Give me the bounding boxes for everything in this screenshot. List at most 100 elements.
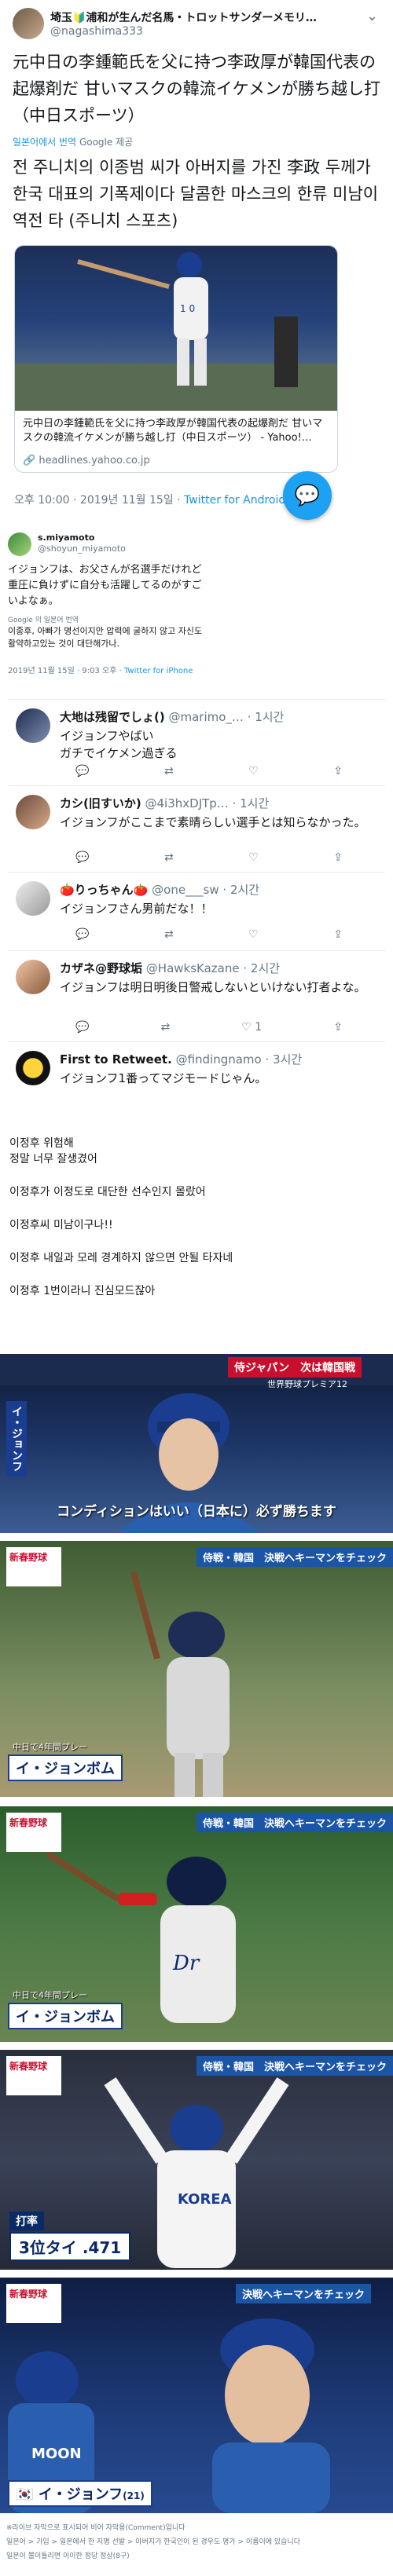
compose-fab[interactable]: 💬 — [283, 471, 332, 520]
tv-capture-2: 新春野球 侍戦・韓国 決戦へキーマンをチェック 中日で4年間プレー イ・ジョンボ… — [0, 1541, 393, 1797]
reply-time: · 2시간 — [222, 883, 260, 897]
svg-text:1 0: 1 0 — [180, 303, 195, 314]
reply-handle: @4i3hxDJTp… — [145, 796, 229, 810]
tweet-time: 2019년 11월 15일 · 9:03 오후 · — [8, 667, 124, 675]
tv-capture-1: 侍ジャパン 次は韓国戦 世界野球プレミア12 イ・ジョンフ コンディションはいい… — [0, 1354, 393, 1533]
retweet-icon[interactable]: ⇄ — [164, 765, 174, 778]
program-logo: 新春野球 — [6, 1813, 61, 1852]
reply-avatar[interactable] — [16, 1051, 50, 1085]
reply-handle: @marimo_… — [168, 710, 244, 724]
translated-label: Google 의 일본어 번역 — [8, 617, 79, 624]
player-age: (21) — [123, 2490, 145, 2501]
program-logo: 新春野球 — [6, 2284, 61, 2323]
retweet-icon[interactable]: ⇄ — [164, 851, 174, 864]
comment-line: 이정후가 이정도로 대단한 선수인지 몰랐어 — [9, 1186, 206, 1198]
tv-capture-5: MOON 新春野球 決戦へキーマンをチェック 🇰🇷 イ・ジョンフ(21) — [0, 2278, 393, 2513]
reply-avatar[interactable] — [16, 708, 50, 743]
player-nameplate: イ・ジョンボム — [8, 2003, 123, 2029]
reply-actions: 💬 ⇄ ♡ 1 ⇪ — [75, 1021, 343, 1034]
like-icon[interactable]: ♡ — [248, 851, 259, 864]
reply-name[interactable]: カシ(旧すいか) — [60, 796, 141, 810]
name-subtitle: 中日で4年間プレー — [13, 1742, 87, 1752]
share-icon[interactable]: ⇪ — [333, 928, 343, 941]
reply-text: イジョンフ1番ってマジモードじゃん。 — [60, 1071, 267, 1085]
like-icon[interactable]: ♡ 1 — [241, 1021, 262, 1034]
author-avatar[interactable] — [13, 8, 44, 39]
batter-illustration: 1 0 — [15, 252, 337, 411]
program-ticker: 侍戦・韓国 決戦へキーマンをチェック — [196, 1813, 393, 1832]
second-tweet: s.miyamoto @shoyun_miyamoto イジョンフは、お父さんが… — [0, 526, 393, 696]
reply-text: イジョンフさん男前だな！！ — [60, 902, 213, 916]
chevron-down-icon[interactable]: ⌄ — [366, 8, 378, 24]
retweet-icon[interactable]: ⇄ — [164, 928, 174, 941]
reply-item[interactable]: カシ(旧すいか) @4i3hxDJTp… · 1시간 イジョンフがここまで素晴ら… — [8, 785, 385, 872]
reply-item[interactable]: 大地は残留でしょ() @marimo_… · 1시간 イジョンフやばい ガチでイ… — [8, 699, 385, 785]
comment-line: 이정후 1번이라니 진심모드잖아 — [9, 1285, 156, 1297]
author-avatar[interactable] — [8, 532, 31, 556]
author-handle[interactable]: @shoyun_miyamoto — [38, 543, 126, 554]
reply-avatar[interactable] — [16, 795, 50, 829]
reply-text: イジョンフは明日明後日警戒しないといけない打者よな。 — [60, 980, 366, 994]
tweet-client[interactable]: Twitter for iPhone — [124, 667, 193, 675]
tweet-time: 오후 10:00 · 2019년 11월 15일 · — [14, 494, 185, 507]
reply-avatar[interactable] — [16, 881, 50, 916]
reply-header: カザネ@野球垢 @HawksKazane · 2시간 — [60, 960, 280, 976]
footer-line: 일본어 > 가입 > 일본에서 한 지명 선발 > 아버지가 한국인이 된 경우… — [6, 2538, 301, 2546]
card-domain: 🔗 headlines.yahoo.co.jp — [23, 455, 150, 467]
reply-actions: 💬 ⇄ ♡ ⇪ — [75, 928, 343, 941]
jersey-text: KOREA — [178, 2191, 232, 2208]
tweet-client[interactable]: Twitter for Android — [184, 494, 285, 507]
tweet-text-kr: 이종후, 아빠가 명선이지만 압력에 굴하지 않고 자신도 활약하고있는 것이 … — [8, 626, 203, 649]
share-icon[interactable]: ⇪ — [333, 851, 343, 864]
footer-notes: ※라이브 자막으로 표시되어 비어 자막용(Comment)입니다 일본어 > … — [6, 2521, 387, 2563]
author-name[interactable]: s.miyamoto — [38, 532, 94, 543]
reply-name[interactable]: カザネ@野球垢 — [60, 961, 142, 975]
retweet-icon[interactable]: ⇄ — [160, 1021, 170, 1034]
reply-icon[interactable]: 💬 — [75, 765, 89, 778]
card-domain-text: headlines.yahoo.co.jp — [39, 455, 150, 467]
like-icon[interactable]: ♡ — [248, 928, 259, 941]
tweet-meta: 2019년 11월 15일 · 9:03 오후 · Twitter for iP… — [8, 666, 204, 677]
reply-actions: 💬 ⇄ ♡ ⇪ — [75, 851, 343, 864]
program-ticker: 侍戦・韓国 決戦へキーマンをチェック — [196, 1547, 393, 1567]
share-icon[interactable]: ⇪ — [333, 1021, 343, 1034]
reply-item[interactable]: 🍅りっちゃん🍅 @one___sw · 2시간 イジョンフさん男前だな！！ 💬 … — [8, 872, 385, 950]
share-icon[interactable]: ⇪ — [333, 765, 343, 778]
tweet-text-jp: 元中日の李鍾範氏を父に持つ李政厚が韓国代表の起爆剤だ 甘いマスクの韓流イケメンが… — [13, 53, 381, 125]
tweet-text-jp: イジョンフは、お父さんが名選手だけれど重圧に負けずに自分も活躍してるのがすごいよ… — [8, 564, 202, 607]
reply-icon[interactable]: 💬 — [75, 928, 89, 941]
reply-time: · 2시간 — [243, 961, 281, 975]
footer-line: 일본이 불이틀리면 이이한 정당 정상(8구) — [6, 2552, 130, 2560]
author-name[interactable]: 埼玉🔰浦和が生んだ名馬・トロットサンダーメモリ… — [50, 9, 365, 25]
card-title: 元中日の李鍾範氏を父に持つ李政厚が韓国代表の起爆剤だ 甘いマスクの韓流イケメンが… — [23, 418, 323, 444]
link-card[interactable]: 1 0 元中日の李鍾範氏を父に持つ李政厚が韓国代表の起爆剤だ 甘いマスクの韓流イ… — [14, 245, 338, 473]
batting-stat: 3位タイ .471 — [9, 2232, 131, 2261]
reply-avatar[interactable] — [16, 960, 50, 994]
like-count: 1 — [255, 1021, 263, 1034]
reply-header: カシ(旧すいか) @4i3hxDJTp… · 1시간 — [60, 795, 269, 811]
reply-name[interactable]: First to Retweet. — [60, 1052, 172, 1067]
reply-icon[interactable]: 💬 — [75, 851, 89, 864]
like-icon[interactable]: ♡ — [248, 765, 259, 778]
program-logo: 新春野球 — [6, 2056, 61, 2095]
event-badge: 世界野球プレミア12 — [267, 1379, 347, 1389]
reply-header: First to Retweet. @findingnamo · 3시간 — [60, 1051, 302, 1067]
translated-from[interactable]: 일본어에서 번역 — [13, 137, 76, 148]
reply-icon[interactable]: 💬 — [75, 1021, 89, 1034]
tv-capture-3: Dr 新春野球 侍戦・韓国 決戦へキーマンをチェック 中日で4年間プレー イ・ジ… — [0, 1806, 393, 2042]
program-ticker: 侍戦・韓国 決戦へキーマンをチェック — [196, 2056, 393, 2076]
reply-name[interactable]: 🍅りっちゃん🍅 — [60, 883, 148, 897]
translated-comments: 이정후 위험해 정말 너무 잘생겼어 이정후가 이정도로 대단한 선수인지 몰랐… — [9, 1136, 379, 1340]
vertical-name: イ・ジョンフ — [6, 1401, 27, 1476]
reply-item[interactable]: First to Retweet. @findingnamo · 3시간 イジョ… — [8, 1041, 385, 1112]
jersey-text: MOON — [31, 2446, 82, 2462]
reply-item[interactable]: カザネ@野球垢 @HawksKazane · 2시간 イジョンフは明日明後日警戒… — [8, 950, 385, 1041]
author-handle[interactable]: @nagashima333 — [50, 25, 143, 38]
reply-time: · 3시간 — [265, 1052, 303, 1067]
svg-text:Dr: Dr — [172, 1952, 200, 1975]
player-name: イ・ジョンフ — [38, 2486, 123, 2503]
reply-name[interactable]: 大地は残留でしょ() — [60, 710, 165, 724]
caption: コンディションはいい（日本に）必ず勝ちます — [57, 1504, 336, 1520]
reply-handle: @one___sw — [152, 883, 219, 897]
reply-header: 大地は残留でしょ() @marimo_… · 1시간 — [60, 708, 284, 725]
